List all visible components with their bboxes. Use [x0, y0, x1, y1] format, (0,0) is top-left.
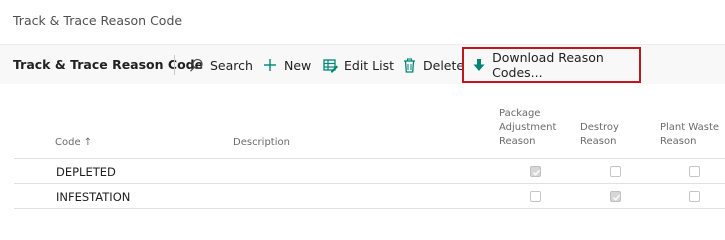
column-header-destroy-reason[interactable]: Destroy Reason — [580, 121, 640, 149]
search-button[interactable]: Search — [188, 54, 253, 76]
column-header-line: Package — [499, 108, 541, 119]
column-header-description[interactable]: Description — [233, 136, 290, 150]
package-adjustment-reason-checkbox[interactable] — [530, 191, 541, 202]
trash-icon — [401, 57, 417, 73]
column-header-package-adjustment-reason[interactable]: Package Adjustment Reason — [499, 107, 559, 149]
cell-code[interactable]: DEPLETED — [56, 165, 116, 179]
search-icon — [188, 57, 204, 73]
column-header-line: Plant Waste — [660, 122, 720, 133]
edit-list-label: Edit List — [344, 57, 395, 73]
download-arrow-icon — [472, 57, 486, 73]
cell-code[interactable]: INFESTATION — [56, 190, 130, 204]
column-header-plant-waste-reason[interactable]: Plant Waste Reason — [660, 121, 724, 149]
column-header-code-label: Code — [55, 137, 81, 148]
download-reason-codes-label: Download Reason Codes... — [492, 50, 604, 80]
plus-icon — [262, 57, 278, 73]
delete-label: Delete — [423, 57, 465, 73]
destroy-reason-checkbox[interactable] — [610, 191, 621, 202]
table-bottom-border — [14, 208, 725, 209]
column-header-line: Reason — [580, 136, 617, 147]
action-bar-divider — [174, 55, 175, 75]
page-title: Track & Trace Reason Code — [13, 13, 183, 28]
package-adjustment-reason-checkbox[interactable] — [530, 166, 541, 177]
new-button[interactable]: New — [262, 54, 311, 76]
action-bar: Track & Trace Reason Code Search New Edi… — [0, 44, 725, 84]
edit-list-icon — [322, 57, 338, 73]
edit-list-button[interactable]: Edit List — [322, 54, 394, 76]
destroy-reason-checkbox[interactable] — [610, 166, 621, 177]
plant-waste-reason-checkbox[interactable] — [689, 166, 700, 177]
download-reason-codes-button[interactable]: Download Reason Codes... — [462, 47, 641, 83]
column-header-line: Reason — [660, 136, 697, 147]
new-label: New — [284, 57, 312, 73]
delete-button[interactable]: Delete — [401, 54, 464, 76]
sort-ascending-icon: ↑ — [83, 137, 93, 148]
search-label: Search — [210, 57, 253, 73]
column-header-line: Adjustment — [499, 122, 557, 133]
column-header-line: Reason — [499, 136, 536, 147]
column-header-code[interactable]: Code ↑ — [55, 136, 92, 150]
table-row[interactable]: INFESTATION — [14, 183, 725, 208]
plant-waste-reason-checkbox[interactable] — [689, 191, 700, 202]
column-header-line: Destroy — [580, 122, 619, 133]
table-row[interactable]: DEPLETED — [14, 158, 725, 183]
